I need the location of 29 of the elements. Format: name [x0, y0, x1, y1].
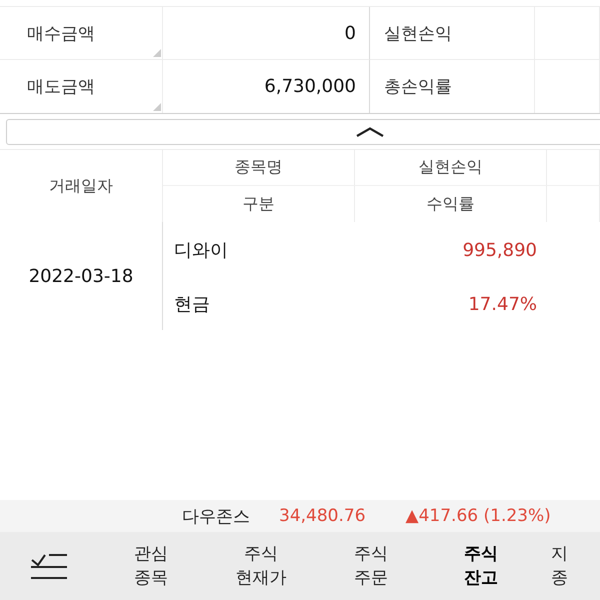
index-price: 34,480.76 — [279, 506, 366, 526]
amount-value: 6,730,000 — [264, 76, 356, 97]
menu-button[interactable] — [30, 552, 68, 580]
corner-triangle-icon — [153, 49, 161, 57]
nav-tab[interactable]: 주식 주문 — [316, 532, 426, 600]
category-cell-text: 현금 — [174, 293, 210, 316]
stock-name-cell-text: 디와이 — [174, 239, 228, 262]
nav-tab[interactable]: 주식 현재가 — [206, 532, 316, 600]
return-rate-cell: 17.47% — [468, 294, 537, 314]
field-label: 실현손익 — [384, 22, 452, 44]
checklist-menu-icon — [30, 552, 68, 580]
column-header: 종목명 — [234, 157, 282, 178]
column-header: 수익률 — [426, 194, 474, 214]
nav-tab[interactable]: 지 종 — [536, 532, 600, 600]
field-label: 총손익률 — [384, 76, 452, 98]
index-change: ▲417.66 (1.23%) — [406, 506, 551, 526]
trade-date-cell: 2022-03-18 — [28, 266, 134, 286]
corner-triangle-icon — [153, 103, 161, 111]
column-header: 실현손익 — [418, 157, 482, 178]
column-header: 구분 — [242, 194, 274, 214]
column-header: 거래일자 — [49, 176, 113, 196]
nav-tab[interactable]: 관심 종목 — [96, 532, 206, 600]
field-label: 매도금액 — [27, 76, 95, 98]
caret-up-icon — [356, 127, 384, 137]
field-label: 매수금액 — [27, 22, 95, 44]
nav-tab[interactable]: 주식 잔고 — [426, 532, 536, 600]
index-name: 다우존스 — [182, 506, 250, 528]
amount-value: 0 — [344, 22, 356, 44]
realized-profit-cell: 995,890 — [462, 240, 537, 260]
